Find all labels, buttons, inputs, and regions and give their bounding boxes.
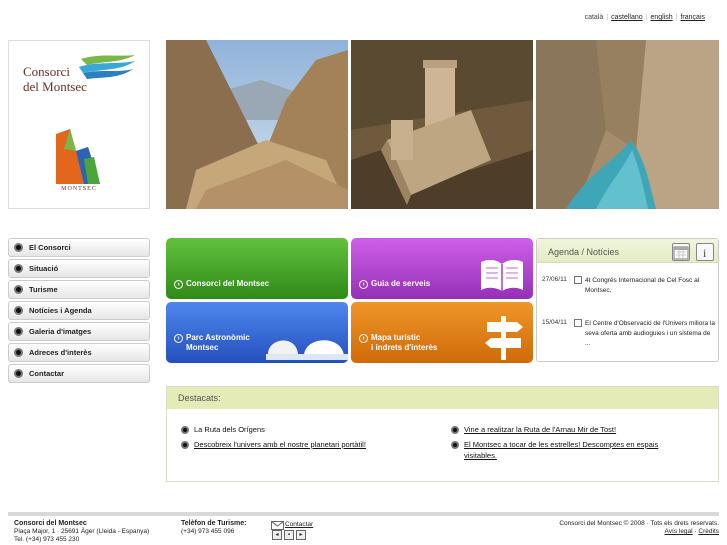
nav-label: Situació <box>29 264 59 273</box>
tile-consorci[interactable]: › Consorci del Montsec <box>166 238 348 299</box>
tile-guia[interactable]: › Guia de serveis <box>351 238 533 299</box>
mail-icon[interactable] <box>271 521 284 530</box>
tile-label-line1: Mapa turístic <box>371 333 421 342</box>
agenda-panel: Agenda / Notícies i 27/06/11 4t Congrés … <box>536 238 719 362</box>
observatory-icon <box>266 340 348 360</box>
arrow-right-icon: › <box>359 334 368 343</box>
bullet-icon <box>14 264 23 273</box>
bullet-icon <box>14 285 23 294</box>
nav-label: Notícies i Agenda <box>29 306 92 315</box>
footer-tel: Tel. (+34) 973 455 230 <box>14 536 80 543</box>
language-selector: català | castellano | english | français <box>584 14 705 21</box>
signpost-icon <box>485 316 523 360</box>
tile-label: Consorci del Montsec <box>186 279 270 288</box>
arrow-right-icon: › <box>174 334 183 343</box>
tile-mapa-turistic[interactable]: › Mapa turístic i indrets d'interès <box>351 302 533 363</box>
destacat-link[interactable]: El Montsec a tocar de les estrelles! Des… <box>464 439 691 461</box>
destacat-link[interactable]: Vine a realitzar la Ruta de l'Arnau Mir … <box>464 424 616 435</box>
lang-francais[interactable]: français <box>680 14 705 21</box>
nav-label: Adreces d'interès <box>29 348 92 357</box>
document-icon <box>574 276 582 284</box>
lang-castellano[interactable]: castellano <box>611 14 643 21</box>
destacat-link[interactable]: Descobreix l'univers amb el nostre plane… <box>194 439 366 450</box>
footer-tourism: Telèfon de Turisme: (+34) 973 455 096 <box>181 520 246 536</box>
nav-contactar[interactable]: Contactar <box>8 364 150 383</box>
footer-divider <box>8 512 719 516</box>
tile-label-line2: i indrets d'interès <box>371 343 438 352</box>
book-icon <box>481 259 523 291</box>
legal-link[interactable]: Avís legal <box>665 528 693 535</box>
lang-english[interactable]: english <box>650 14 672 21</box>
arrow-right-icon: › <box>359 280 368 289</box>
nav-label: Turisme <box>29 285 58 294</box>
tourism-phone: (+34) 973 455 096 <box>181 528 235 535</box>
destacats-title: Destacats: <box>167 387 718 409</box>
font-increase-icon[interactable]: ▸ <box>296 530 306 540</box>
nav-consorci[interactable]: El Consorci <box>8 238 150 257</box>
agenda-header: Agenda / Notícies i <box>537 239 718 263</box>
footer-copyright: Consorci del Montsec © 2008 · Tots els d… <box>559 520 719 535</box>
tile-label-line2: Montsec <box>186 343 219 352</box>
agenda-item[interactable]: 27/06/11 4t Congrés Internacional de Cel… <box>542 276 715 296</box>
nav-situacio[interactable]: Situació <box>8 259 150 278</box>
nav-label: Contactar <box>29 369 65 378</box>
agenda-text: El Centre d'Observació de l'Univers mill… <box>585 320 716 347</box>
nav-label: Galeria d'imatges <box>29 327 92 336</box>
logo-subtitle: MONTSEC <box>61 186 97 192</box>
svg-text:i: i <box>703 246 707 260</box>
main-navigation: El Consorci Situació Turisme Notícies i … <box>8 238 150 385</box>
destacat-item[interactable]: Descobreix l'univers amb el nostre plane… <box>181 439 366 450</box>
nav-galeria[interactable]: Galeria d'imatges <box>8 322 150 341</box>
font-reset-icon[interactable]: ▪ <box>284 530 294 540</box>
footer-org: Consorci del Montsec <box>14 520 87 527</box>
info-icon[interactable]: i <box>696 243 714 261</box>
destacat-text: La Ruta dels Orígens <box>194 425 265 434</box>
photo-castle <box>351 40 533 209</box>
copyright-text: Consorci del Montsec © 2008 · Tots els d… <box>559 520 719 527</box>
nav-noticies[interactable]: Notícies i Agenda <box>8 301 150 320</box>
photo-canyon <box>166 40 348 209</box>
bullet-icon <box>181 441 189 449</box>
nav-adreces[interactable]: Adreces d'interès <box>8 343 150 362</box>
arrow-right-icon: › <box>174 280 183 289</box>
consorci-logo[interactable]: Consorci del Montsec MONTSEC <box>21 51 137 197</box>
bullet-icon <box>14 327 23 336</box>
footer-address-line: Plaça Major, 1 · 25691 Àger (Lleida - Es… <box>14 528 150 535</box>
bullet-icon <box>451 441 459 449</box>
logo-line1: Consorci <box>23 64 70 79</box>
lang-catala[interactable]: català <box>585 14 604 21</box>
agenda-text: 4t Congrés Internacional de Cel Fosc al … <box>585 277 700 294</box>
destacat-item[interactable]: Vine a realitzar la Ruta de l'Arnau Mir … <box>451 424 691 435</box>
contact-link[interactable]: Contactar <box>285 521 313 529</box>
font-decrease-icon[interactable]: ◂ <box>272 530 282 540</box>
calendar-icon[interactable] <box>672 243 690 261</box>
agenda-date: 27/06/11 <box>542 276 567 283</box>
tile-parc-astronomic[interactable]: › Parc Astronòmic Montsec <box>166 302 348 363</box>
destacats-panel: Destacats: La Ruta dels Orígens Descobre… <box>166 386 719 482</box>
agenda-title: Agenda / Notícies <box>548 247 620 257</box>
bullet-icon <box>14 348 23 357</box>
tourism-label: Telèfon de Turisme: <box>181 520 247 527</box>
agenda-date: 15/04/11 <box>542 319 567 326</box>
nav-label: El Consorci <box>29 243 71 252</box>
mountain-logo-icon <box>56 129 100 184</box>
bullet-icon <box>14 306 23 315</box>
bullet-icon <box>14 243 23 252</box>
tile-label: Guia de serveis <box>371 279 431 288</box>
tile-label-line1: Parc Astronòmic <box>186 333 250 342</box>
footer-address: Consorci del Montsec Plaça Major, 1 · 25… <box>14 520 149 544</box>
destacat-item: La Ruta dels Orígens <box>181 424 265 435</box>
logo-panel: Consorci del Montsec MONTSEC <box>8 40 150 209</box>
nav-turisme[interactable]: Turisme <box>8 280 150 299</box>
logo-line2: del Montsec <box>23 79 87 94</box>
agenda-item[interactable]: 15/04/11 El Centre d'Observació de l'Uni… <box>542 319 715 349</box>
logo-title: Consorci del Montsec <box>23 64 87 94</box>
bullet-icon <box>451 426 459 434</box>
bullet-icon <box>181 426 189 434</box>
document-icon <box>574 319 582 327</box>
destacat-item[interactable]: El Montsec a tocar de les estrelles! Des… <box>451 439 691 461</box>
bullet-icon <box>14 369 23 378</box>
photo-gorge <box>536 40 719 209</box>
credits-link[interactable]: Crèdits <box>698 528 719 535</box>
